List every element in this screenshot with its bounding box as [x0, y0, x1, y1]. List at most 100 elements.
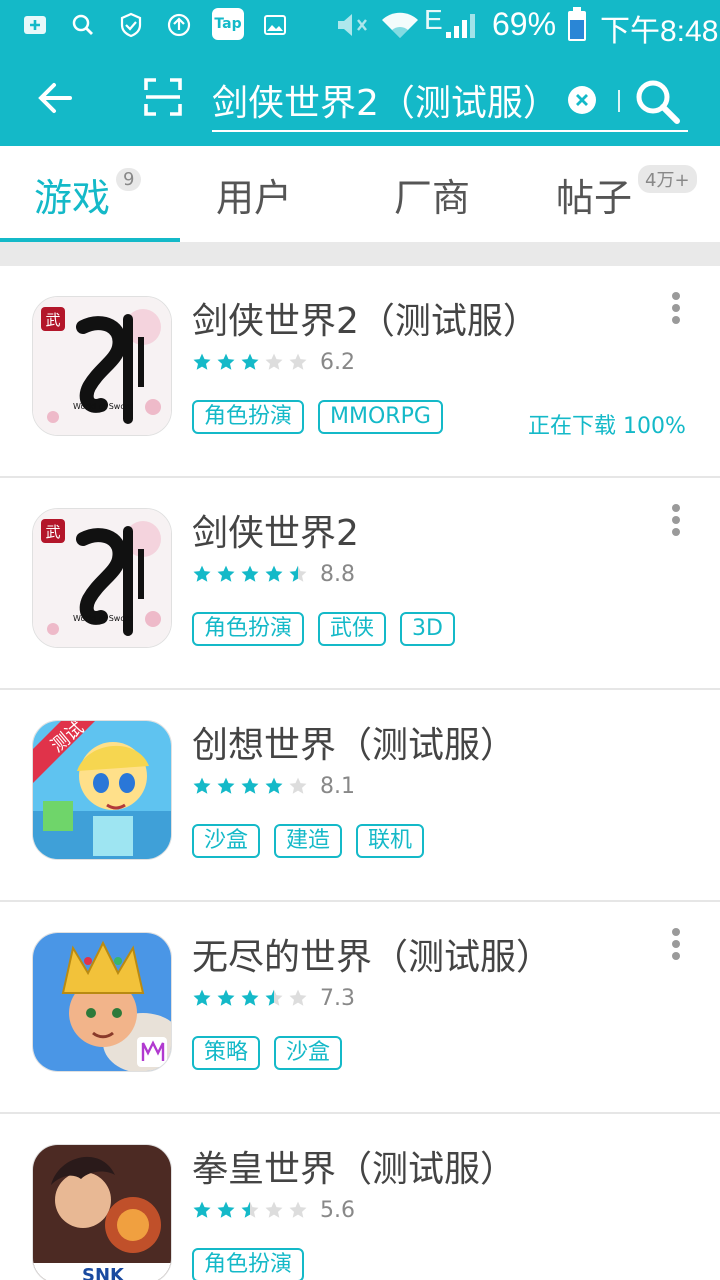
- list-item[interactable]: 武 World of Sword 剑侠世界2 8.8 角色扮演 武侠 3D: [0, 478, 720, 690]
- star-icon: [289, 777, 307, 794]
- add-icon: [22, 12, 48, 38]
- tab-label: 用户: [216, 175, 293, 220]
- star-icon: [193, 1201, 211, 1218]
- search-icon: [70, 12, 96, 38]
- list-item[interactable]: 无尽的世界（测试服） 7.3 策略 沙盒: [0, 902, 720, 1114]
- rating-score: 8.1: [320, 773, 355, 799]
- tag-chip[interactable]: 角色扮演: [192, 1248, 305, 1280]
- search-input[interactable]: 剑侠世界2（测试服）: [212, 74, 559, 126]
- game-title[interactable]: 剑侠世界2（测试服）: [192, 292, 539, 344]
- star-icon: [265, 989, 283, 1006]
- game-title[interactable]: 剑侠世界2: [192, 504, 359, 556]
- game-list: 武 World of Sword 剑侠世界2（测试服） 6.2 角色扮演 MMO…: [0, 266, 720, 1280]
- rating-score: 5.6: [320, 1197, 355, 1223]
- star-icon: [265, 1201, 283, 1218]
- tag-chip[interactable]: 武侠: [318, 612, 387, 646]
- taptap-app-icon: Tap: [212, 8, 244, 40]
- battery-percent: 69%: [492, 6, 557, 42]
- star-icon: [289, 353, 307, 370]
- svg-text:武: 武: [45, 523, 60, 541]
- tag-list: 角色扮演: [192, 1248, 318, 1280]
- tab-label: 厂商: [394, 175, 471, 220]
- scan-button[interactable]: [142, 76, 184, 118]
- tag-chip[interactable]: 角色扮演: [192, 400, 305, 434]
- star-rating: 5.6: [192, 1196, 355, 1224]
- game-icon: SNK: [32, 1144, 172, 1280]
- list-item[interactable]: 武 World of Sword 剑侠世界2（测试服） 6.2 角色扮演 MMO…: [0, 266, 720, 478]
- arrow-left-icon: [38, 83, 72, 113]
- close-icon: [576, 94, 588, 106]
- tag-chip[interactable]: 角色扮演: [192, 612, 305, 646]
- more-menu-button[interactable]: [664, 928, 688, 964]
- search-field[interactable]: 剑侠世界2（测试服）: [212, 68, 688, 132]
- status-bar: Tap E 69% 下午8:48: [0, 0, 720, 50]
- clock: 下午8:48: [600, 15, 719, 48]
- tag-list: 角色扮演 武侠 3D: [192, 612, 469, 646]
- star-icon: [241, 989, 259, 1006]
- rating-score: 8.8: [320, 561, 355, 587]
- star-icon: [265, 777, 283, 794]
- game-title[interactable]: 创想世界（测试服）: [192, 716, 516, 768]
- star-icon: [265, 353, 283, 370]
- download-status[interactable]: 正在下载 100%: [528, 408, 686, 440]
- star-icon: [193, 565, 211, 582]
- list-item[interactable]: 测试 创想世界（测试服） 8.1 沙盒 建造 联机: [0, 690, 720, 902]
- search-button[interactable]: [630, 74, 686, 130]
- svg-text:武: 武: [45, 311, 60, 329]
- game-title[interactable]: 拳皇世界（测试服）: [192, 1140, 516, 1192]
- tag-chip[interactable]: 3D: [400, 612, 455, 646]
- star-icon: [241, 777, 259, 794]
- upload-icon: [166, 12, 192, 38]
- icon-caption: World of Sword: [73, 402, 133, 411]
- tab-games[interactable]: 游戏 9: [34, 146, 142, 242]
- tag-chip[interactable]: MMORPG: [318, 400, 443, 434]
- star-icon: [241, 565, 259, 582]
- star-rating: 8.1: [192, 772, 355, 800]
- game-icon: 武 World of Sword: [32, 296, 172, 436]
- network-type: E: [424, 4, 443, 35]
- game-icon: 测试: [32, 720, 172, 860]
- tab-posts[interactable]: 帖子 4万+: [556, 146, 697, 242]
- tab-users[interactable]: 用户: [216, 146, 292, 242]
- rating-score: 6.2: [320, 349, 355, 375]
- back-button[interactable]: [30, 72, 82, 124]
- star-icon: [265, 565, 283, 582]
- tab-vendors[interactable]: 厂商: [394, 146, 470, 242]
- tag-list: 角色扮演 MMORPG: [192, 400, 457, 434]
- tag-chip[interactable]: 建造: [274, 824, 343, 858]
- star-icon: [193, 353, 211, 370]
- star-icon: [217, 989, 235, 1006]
- section-divider: [0, 242, 720, 266]
- app-bar: 剑侠世界2（测试服）: [0, 50, 720, 146]
- search-icon: [636, 80, 680, 124]
- tab-label: 游戏: [34, 175, 111, 220]
- star-rating: 8.8: [192, 560, 355, 588]
- clear-button[interactable]: [568, 86, 596, 114]
- tag-chip[interactable]: 沙盒: [192, 824, 261, 858]
- list-item[interactable]: SNK 拳皇世界（测试服） 5.6 角色扮演: [0, 1114, 720, 1280]
- search-divider: [618, 90, 620, 112]
- star-rating: 6.2: [192, 348, 355, 376]
- taptap-app-label: Tap: [214, 16, 242, 32]
- star-icon: [289, 989, 307, 1006]
- scan-icon: [144, 78, 182, 116]
- icon-caption: SNK: [82, 1265, 125, 1280]
- image-icon: [262, 12, 288, 38]
- star-icon: [241, 353, 259, 370]
- battery-icon: [566, 6, 588, 42]
- more-menu-button[interactable]: [664, 504, 688, 540]
- star-icon: [289, 565, 307, 582]
- tag-chip[interactable]: 策略: [192, 1036, 261, 1070]
- signal-icon: [444, 10, 480, 40]
- tag-chip[interactable]: 沙盒: [274, 1036, 343, 1070]
- tag-chip[interactable]: 联机: [356, 824, 425, 858]
- rating-score: 7.3: [320, 985, 355, 1011]
- shield-icon: [118, 12, 144, 38]
- tag-list: 策略 沙盒: [192, 1036, 356, 1070]
- more-menu-button[interactable]: [664, 292, 688, 328]
- tag-list: 沙盒 建造 联机: [192, 824, 438, 858]
- icon-caption: World of Sword: [73, 614, 133, 623]
- star-icon: [241, 1201, 259, 1218]
- star-icon: [289, 1201, 307, 1218]
- game-title[interactable]: 无尽的世界（测试服）: [192, 928, 552, 980]
